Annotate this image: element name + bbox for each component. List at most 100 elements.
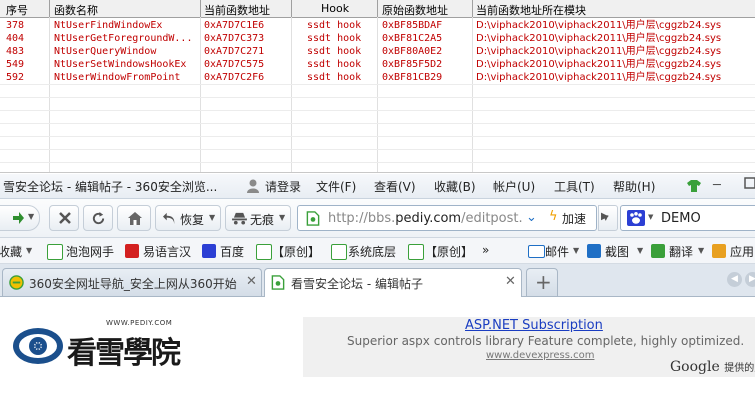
page-icon <box>47 244 63 260</box>
accelerate-label: 加速 <box>562 212 587 226</box>
logo-text: 看雪學院 <box>67 336 181 371</box>
cell-name: NtUserSetWindowsHookEx <box>54 59 187 70</box>
col-header-hook[interactable]: Hook <box>321 2 349 15</box>
chevron-down-icon[interactable]: ▼ <box>698 246 704 255</box>
restore-label: 恢复 <box>180 213 205 227</box>
yiyuyan-icon <box>125 244 139 258</box>
page-icon <box>256 244 272 260</box>
maximize-icon[interactable] <box>744 177 755 192</box>
go-button[interactable]: ▶ <box>595 205 615 231</box>
table-row[interactable]: 549 NtUserSetWindowsHookEx 0xA7D7C575 ss… <box>0 58 755 71</box>
col-header-current-address[interactable]: 当前函数地址 <box>204 2 270 18</box>
apps-button[interactable]: 应用 <box>730 243 754 260</box>
bookmarks-bar: 收藏 ▼ 泡泡网手 易语言汉 百度 【原创】 系统底层 【原创】 » 邮件 ▼ … <box>0 238 755 264</box>
ad-description: Superior aspx controls library Feature c… <box>347 334 745 348</box>
bookmark-yiyuyan[interactable]: 易语言汉 <box>143 243 191 260</box>
incognito-icon <box>232 212 247 225</box>
restore-button[interactable]: 恢复 ▼ <box>155 205 221 231</box>
bookmarks-overflow-button[interactable]: » <box>482 243 489 257</box>
translate-button[interactable]: 翻译 <box>669 243 693 260</box>
table-row[interactable]: 404 NtUserGetForegroundW... 0xA7D7C373 s… <box>0 32 755 45</box>
url-text: http://bbs.pediy.com/editpost. <box>328 211 523 226</box>
minimize-icon[interactable]: ─ <box>713 178 721 193</box>
ad-title-link[interactable]: ASP.NET Subscription <box>465 318 603 333</box>
table-row[interactable]: 592 NtUserWindowFromPoint 0xA7D7C2F6 ssd… <box>0 71 755 84</box>
cell-module: D:\viphack2010\viphack2011\用户层\cggzb24.s… <box>476 59 722 70</box>
bookmark-system-low-level[interactable]: 系统底层 <box>348 243 396 260</box>
cell-module: D:\viphack2010\viphack2011\用户层\cggzb24.s… <box>476 20 722 31</box>
kanxue-logo[interactable]: WWW.PEDIY.COM 看雪學院 <box>12 319 197 371</box>
menu-view[interactable]: 查看(V) <box>374 178 416 195</box>
bookmark-baidu[interactable]: 百度 <box>220 243 244 260</box>
scroll-tabs-right-icon[interactable]: ▶ <box>745 272 755 287</box>
menu-tools[interactable]: 工具(T) <box>554 178 595 195</box>
bookmark-favorites[interactable]: 收藏 <box>0 243 22 260</box>
cell-hook: ssdt hook <box>307 33 362 44</box>
chevron-down-icon[interactable]: ▼ <box>648 213 653 221</box>
home-icon <box>128 212 142 225</box>
cell-index: 483 <box>6 46 25 57</box>
col-header-name[interactable]: 函数名称 <box>54 2 98 18</box>
scroll-tabs-left-icon[interactable]: ◀ <box>727 272 742 287</box>
incognito-button[interactable]: 无痕 ▼ <box>225 205 291 231</box>
translate-icon <box>651 244 665 258</box>
chevron-down-icon[interactable]: ▼ <box>637 246 643 255</box>
ad-url-link[interactable]: www.devexpress.com <box>486 350 594 361</box>
chevron-down-icon: ⌄ <box>526 210 537 225</box>
home-button[interactable] <box>117 205 151 231</box>
chevron-down-icon[interactable]: ▼ <box>573 246 579 255</box>
close-icon[interactable]: ✕ <box>505 274 516 289</box>
menu-favorites[interactable]: 收藏(B) <box>434 178 476 195</box>
baidu-paw-icon <box>202 244 216 258</box>
table-header: 序号 函数名称 当前函数地址 Hook 原始函数地址 当前函数地址所在模块 <box>0 0 755 18</box>
screenshot-button[interactable]: 截图 <box>605 243 629 260</box>
window-title: 雪安全论坛 - 编辑帖子 - 360安全浏览... <box>3 180 218 194</box>
col-header-original-address[interactable]: 原始函数地址 <box>382 2 448 18</box>
logo-url: WWW.PEDIY.COM <box>106 319 173 327</box>
refresh-button[interactable] <box>83 205 113 231</box>
cell-name: NtUserFindWindowEx <box>54 20 163 31</box>
cell-index: 549 <box>6 59 25 70</box>
bookmark-original-1[interactable]: 【原创】 <box>272 243 320 260</box>
menu-help[interactable]: 帮助(H) <box>613 178 655 195</box>
plus-icon: + <box>535 270 552 294</box>
col-header-index[interactable]: 序号 <box>6 2 28 18</box>
360-logo-icon <box>9 275 24 290</box>
accelerate-button[interactable]: ⌄ ϟ 加速 <box>526 205 592 231</box>
skin-shirt-icon[interactable] <box>687 180 701 195</box>
ssdt-hook-table: 序号 函数名称 当前函数地址 Hook 原始函数地址 当前函数地址所在模块 37… <box>0 0 755 173</box>
tab-kanxue-edit-post[interactable]: 看雪安全论坛 - 编辑帖子 ✕ <box>264 268 522 297</box>
bookmark-paopao[interactable]: 泡泡网手 <box>66 243 114 260</box>
cell-index: 404 <box>6 33 25 44</box>
cell-module: D:\viphack2010\viphack2011\用户层\cggzb24.s… <box>476 46 722 57</box>
login-link[interactable]: 请登录 <box>265 178 301 195</box>
cell-index: 378 <box>6 20 25 31</box>
tab-360-navigation[interactable]: 360安全网址导航_安全上网从360开始 ✕ <box>2 268 262 296</box>
cell-original-address: 0xBF85F5D2 <box>382 59 443 70</box>
new-tab-button[interactable]: + <box>526 268 558 296</box>
menu-account[interactable]: 帐户(U) <box>493 178 535 195</box>
menu-file[interactable]: 文件(F) <box>316 178 356 195</box>
navigation-toolbar: ▼ 恢复 ▼ 无痕 ▼ http://bbs.pediy.com/editpos… <box>0 199 755 238</box>
search-box[interactable]: ▼ DEMO <box>620 205 755 231</box>
cell-name: NtUserWindowFromPoint <box>54 72 181 83</box>
forward-button[interactable]: ▼ <box>0 205 40 231</box>
bookmark-original-2[interactable]: 【原创】 <box>425 243 473 260</box>
search-input[interactable]: DEMO <box>661 211 701 226</box>
apps-icon <box>712 244 726 258</box>
close-icon[interactable]: ✕ <box>246 274 257 289</box>
page-icon <box>331 244 347 260</box>
chevron-down-icon[interactable]: ▼ <box>26 246 32 255</box>
mail-button[interactable]: 邮件 <box>545 243 569 260</box>
col-header-module[interactable]: 当前函数地址所在模块 <box>476 2 586 18</box>
stop-button[interactable] <box>49 205 79 231</box>
google-ads-label[interactable]: Google 提供的广 <box>670 359 755 375</box>
user-icon[interactable] <box>246 178 260 197</box>
table-row[interactable]: 378 NtUserFindWindowEx 0xA7D7C1E6 ssdt h… <box>0 19 755 32</box>
page-icon <box>408 244 424 260</box>
tab-label: 看雪安全论坛 - 编辑帖子 <box>291 277 423 291</box>
cell-current-address: 0xA7D7C271 <box>204 46 265 57</box>
baidu-paw-icon[interactable] <box>627 210 645 226</box>
table-row[interactable]: 483 NtUserQueryWindow 0xA7D7C271 ssdt ho… <box>0 45 755 58</box>
incognito-label: 无痕 <box>250 213 275 227</box>
